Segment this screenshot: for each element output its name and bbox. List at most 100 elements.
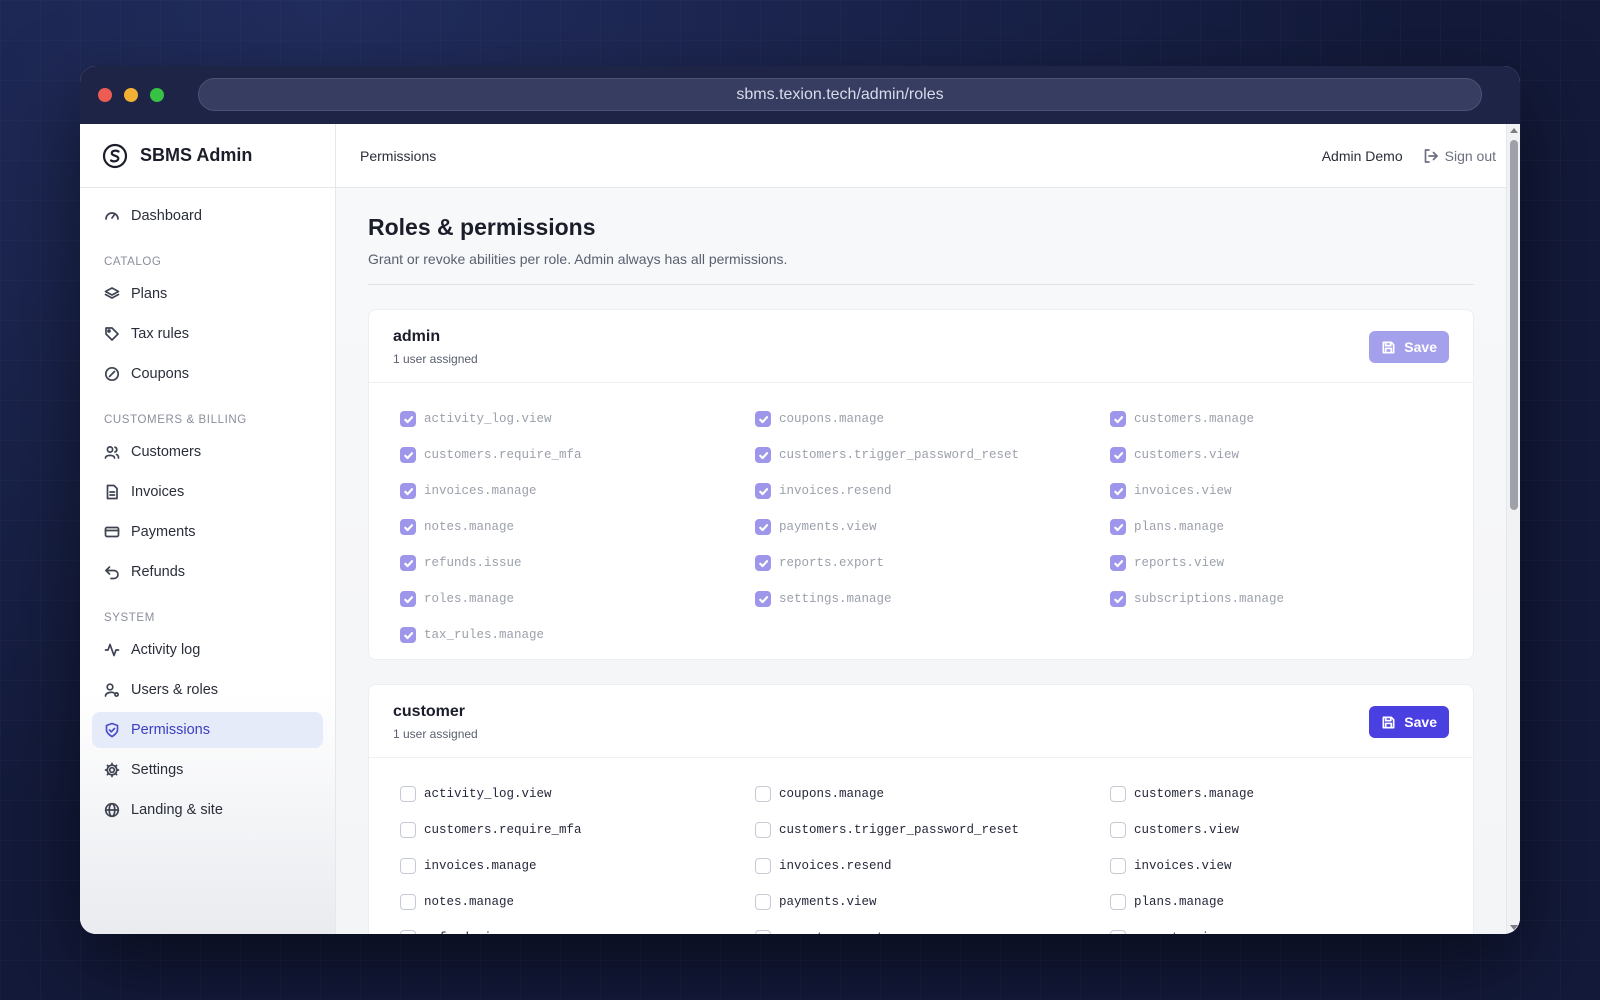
permission-item[interactable]: settings.manage bbox=[755, 581, 1110, 617]
permission-checkbox[interactable] bbox=[755, 858, 771, 874]
scroll-down-arrow[interactable] bbox=[1510, 925, 1518, 930]
permission-checkbox[interactable] bbox=[400, 447, 416, 463]
permission-item[interactable]: coupons.manage bbox=[755, 776, 1110, 812]
permission-item[interactable]: invoices.manage bbox=[400, 473, 755, 509]
permission-checkbox[interactable] bbox=[400, 858, 416, 874]
scroll-up-arrow[interactable] bbox=[1510, 128, 1518, 133]
permission-checkbox[interactable] bbox=[400, 786, 416, 802]
permission-checkbox[interactable] bbox=[1110, 822, 1126, 838]
permission-checkbox[interactable] bbox=[1110, 894, 1126, 910]
permission-checkbox[interactable] bbox=[400, 930, 416, 934]
permission-checkbox[interactable] bbox=[400, 627, 416, 643]
permission-item[interactable]: reports.view bbox=[1110, 920, 1473, 934]
sidebar-item-permissions[interactable]: Permissions bbox=[92, 712, 323, 748]
permission-item[interactable]: roles.manage bbox=[400, 581, 755, 617]
permission-item[interactable]: customers.trigger_password_reset bbox=[755, 812, 1110, 848]
permission-item[interactable]: payments.view bbox=[755, 884, 1110, 920]
sidebar-item-landing[interactable]: Landing & site bbox=[92, 792, 323, 828]
sidebar-item-customers[interactable]: Customers bbox=[92, 434, 323, 470]
address-bar[interactable]: sbms.texion.tech/admin/roles bbox=[198, 78, 1482, 111]
scrollbar[interactable] bbox=[1506, 124, 1520, 934]
permission-item[interactable]: customers.require_mfa bbox=[400, 437, 755, 473]
brand[interactable]: SBMS Admin bbox=[80, 124, 335, 188]
permission-item[interactable]: customers.view bbox=[1110, 437, 1473, 473]
permission-item[interactable]: customers.manage bbox=[1110, 776, 1473, 812]
permission-checkbox[interactable] bbox=[400, 519, 416, 535]
permission-checkbox[interactable] bbox=[1110, 411, 1126, 427]
permission-item[interactable]: coupons.manage bbox=[755, 401, 1110, 437]
permission-item[interactable]: customers.view bbox=[1110, 812, 1473, 848]
permission-label: roles.manage bbox=[424, 592, 515, 606]
role-list: admin 1 user assigned Save activity_log.vie… bbox=[368, 309, 1474, 934]
permission-item[interactable]: subscriptions.manage bbox=[1110, 581, 1473, 617]
permission-checkbox[interactable] bbox=[755, 447, 771, 463]
permission-checkbox[interactable] bbox=[755, 894, 771, 910]
permission-item[interactable]: customers.trigger_password_reset bbox=[755, 437, 1110, 473]
layers-icon bbox=[104, 287, 120, 299]
permission-checkbox[interactable] bbox=[400, 822, 416, 838]
permission-checkbox[interactable] bbox=[755, 591, 771, 607]
permission-item[interactable]: invoices.resend bbox=[755, 473, 1110, 509]
permission-checkbox[interactable] bbox=[1110, 930, 1126, 934]
sidebar-item-tax-rules[interactable]: Tax rules bbox=[92, 316, 323, 352]
permission-item[interactable]: tax_rules.manage bbox=[400, 617, 755, 653]
permission-label: customers.view bbox=[1134, 823, 1240, 837]
permission-item[interactable]: notes.manage bbox=[400, 884, 755, 920]
permission-checkbox[interactable] bbox=[755, 555, 771, 571]
minimize-window-button[interactable] bbox=[124, 88, 138, 102]
sidebar-item-users-roles[interactable]: Users & roles bbox=[92, 672, 323, 708]
sign-out-button[interactable]: Sign out bbox=[1423, 148, 1496, 164]
permission-item[interactable]: reports.export bbox=[755, 920, 1110, 934]
close-window-button[interactable] bbox=[98, 88, 112, 102]
permission-checkbox[interactable] bbox=[1110, 519, 1126, 535]
permission-checkbox[interactable] bbox=[755, 519, 771, 535]
permission-checkbox[interactable] bbox=[1110, 858, 1126, 874]
permission-item[interactable]: customers.require_mfa bbox=[400, 812, 755, 848]
permission-item[interactable]: reports.export bbox=[755, 545, 1110, 581]
permission-checkbox[interactable] bbox=[755, 483, 771, 499]
save-button[interactable]: Save bbox=[1369, 331, 1449, 363]
brand-name: SBMS Admin bbox=[140, 145, 253, 165]
scrollbar-thumb[interactable] bbox=[1510, 140, 1518, 510]
permission-item[interactable]: invoices.view bbox=[1110, 473, 1473, 509]
permission-checkbox[interactable] bbox=[1110, 591, 1126, 607]
permission-checkbox[interactable] bbox=[400, 411, 416, 427]
permission-item[interactable]: invoices.view bbox=[1110, 848, 1473, 884]
permission-item[interactable]: reports.view bbox=[1110, 545, 1473, 581]
sidebar-item-invoices[interactable]: Invoices bbox=[92, 474, 323, 510]
permission-item[interactable]: customers.manage bbox=[1110, 401, 1473, 437]
permission-item[interactable]: notes.manage bbox=[400, 509, 755, 545]
sidebar-item-settings[interactable]: Settings bbox=[92, 752, 323, 788]
maximize-window-button[interactable] bbox=[150, 88, 164, 102]
permission-checkbox[interactable] bbox=[400, 894, 416, 910]
permission-checkbox[interactable] bbox=[1110, 555, 1126, 571]
permission-checkbox[interactable] bbox=[755, 822, 771, 838]
save-button[interactable]: Save bbox=[1369, 706, 1449, 738]
permission-checkbox[interactable] bbox=[755, 786, 771, 802]
permission-checkbox[interactable] bbox=[755, 411, 771, 427]
permission-item[interactable]: activity_log.view bbox=[400, 776, 755, 812]
sidebar-item-plans[interactable]: Plans bbox=[92, 276, 323, 312]
permission-item[interactable]: invoices.resend bbox=[755, 848, 1110, 884]
permission-item[interactable]: refunds.issue bbox=[400, 545, 755, 581]
permission-item[interactable]: payments.view bbox=[755, 509, 1110, 545]
permission-item[interactable]: plans.manage bbox=[1110, 884, 1473, 920]
permission-checkbox[interactable] bbox=[400, 591, 416, 607]
sidebar-item-payments[interactable]: Payments bbox=[92, 514, 323, 550]
permission-checkbox[interactable] bbox=[1110, 786, 1126, 802]
permission-item[interactable]: plans.manage bbox=[1110, 509, 1473, 545]
permission-item[interactable]: invoices.manage bbox=[400, 848, 755, 884]
permission-label: plans.manage bbox=[1134, 520, 1225, 534]
sidebar-item-refunds[interactable]: Refunds bbox=[92, 554, 323, 590]
permission-checkbox[interactable] bbox=[1110, 447, 1126, 463]
permission-checkbox[interactable] bbox=[755, 930, 771, 934]
sidebar-item-coupons[interactable]: Coupons bbox=[92, 356, 323, 392]
permission-checkbox[interactable] bbox=[400, 555, 416, 571]
permission-checkbox[interactable] bbox=[1110, 483, 1126, 499]
permission-checkbox[interactable] bbox=[400, 483, 416, 499]
sidebar-item-dashboard[interactable]: Dashboard bbox=[92, 198, 323, 234]
permission-item[interactable]: activity_log.view bbox=[400, 401, 755, 437]
permission-item[interactable]: refunds.issue bbox=[400, 920, 755, 934]
role-user-count: 1 user assigned bbox=[393, 727, 478, 741]
sidebar-item-activity-log[interactable]: Activity log bbox=[92, 632, 323, 668]
